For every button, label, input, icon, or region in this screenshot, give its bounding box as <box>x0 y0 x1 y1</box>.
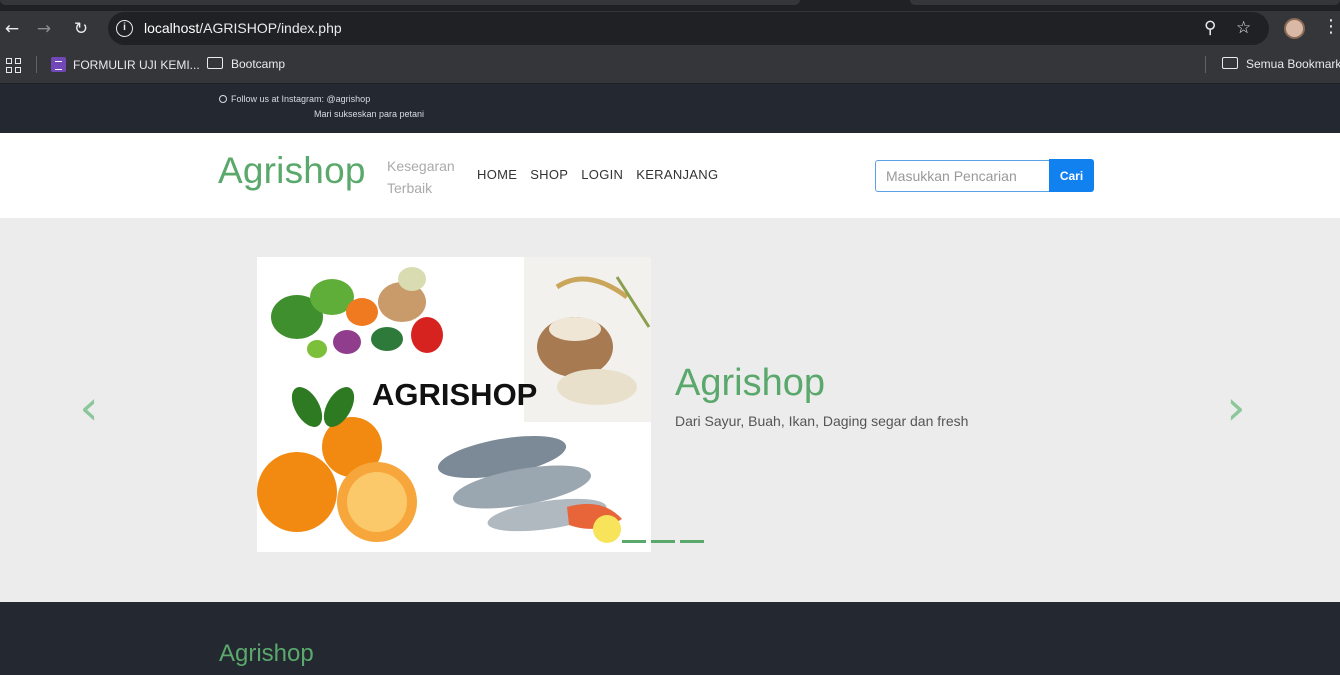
hero-title: Agrishop <box>675 362 825 404</box>
brand-tagline: Kesegaran Terbaik <box>387 155 455 199</box>
search-input[interactable] <box>875 160 1050 192</box>
bookmark-formulir[interactable]: FORMULIR UJI KEMI... <box>51 57 200 72</box>
brand-logo[interactable]: Agrishop <box>218 150 366 192</box>
url-text[interactable]: localhost/AGRISHOP/index.php <box>144 20 342 36</box>
fish-illustration <box>437 435 622 543</box>
url-path: /AGRISHOP/index.php <box>199 20 342 36</box>
profile-avatar[interactable] <box>1284 18 1305 39</box>
hero-image: AGRISHOP <box>257 257 651 552</box>
nav-home[interactable]: HOME <box>477 167 517 182</box>
hero-carousel: ‹ AGRISHOP Agrishop Dari Sayur, Buah, Ik… <box>0 218 1340 602</box>
carousel-indicator[interactable] <box>622 540 646 543</box>
chevron-left-icon[interactable]: ‹ <box>74 384 104 432</box>
apps-grid-icon[interactable] <box>6 58 21 73</box>
carousel-indicators <box>622 540 704 543</box>
bookmarks-separator <box>1205 56 1206 73</box>
all-bookmarks-label: Semua Bookmark <box>1246 57 1340 71</box>
hero-image-text: AGRISHOP <box>372 377 537 412</box>
browser-menu-icon[interactable]: ⋮ <box>1322 16 1340 38</box>
nav-keranjang[interactable]: KERANJANG <box>636 167 718 182</box>
zoom-icon[interactable]: ⚲ <box>1204 18 1216 38</box>
folder-icon <box>1222 57 1238 69</box>
forms-icon <box>51 57 66 72</box>
address-bar-row: ← → ↻ i localhost/AGRISHOP/index.php ⚲ ☆… <box>0 11 1340 46</box>
browser-tab[interactable] <box>0 0 800 5</box>
forward-icon[interactable]: → <box>32 17 56 41</box>
slogan: Mari sukseskan para petani <box>314 109 425 119</box>
url-host: localhost <box>144 20 200 36</box>
hero-description: Dari Sayur, Buah, Ikan, Daging segar dan… <box>675 413 969 429</box>
nav-shop[interactable]: SHOP <box>530 167 568 182</box>
instagram-follow[interactable]: Follow us at Instagram: @agrishop <box>219 94 370 104</box>
tagline-line1: Kesegaran <box>387 158 455 174</box>
site-topbar: Follow us at Instagram: @agrishop Mari s… <box>0 84 1340 133</box>
vegetables-illustration <box>271 267 443 358</box>
search-button[interactable]: Cari <box>1049 159 1094 192</box>
browser-tab[interactable] <box>910 0 1340 5</box>
chevron-right-icon[interactable]: › <box>1221 384 1251 432</box>
bookmark-label: Bootcamp <box>231 57 286 71</box>
folder-icon <box>207 57 223 69</box>
carousel-indicator[interactable] <box>680 540 704 543</box>
site-info-icon[interactable]: i <box>116 20 133 37</box>
all-bookmarks[interactable]: Semua Bookmark <box>1222 57 1340 71</box>
tagline-line2: Terbaik <box>387 180 433 196</box>
instagram-icon <box>219 95 227 103</box>
rice-illustration <box>524 257 651 422</box>
bookmarks-separator <box>36 56 37 73</box>
browser-tab-strip <box>0 0 1340 11</box>
instagram-text: Follow us at Instagram: @agrishop <box>231 94 371 104</box>
back-icon[interactable]: ← <box>0 17 24 41</box>
carousel-indicator[interactable] <box>651 540 675 543</box>
omnibox[interactable]: i localhost/AGRISHOP/index.php ⚲ ☆ <box>108 12 1269 45</box>
site-footer: Agrishop <box>0 602 1340 675</box>
main-nav: HOME SHOP LOGIN KERANJANG <box>477 167 718 182</box>
nav-login[interactable]: LOGIN <box>581 167 623 182</box>
bookmark-bootcamp[interactable]: Bootcamp <box>207 57 285 71</box>
bookmark-star-icon[interactable]: ☆ <box>1236 18 1251 38</box>
bookmark-label: FORMULIR UJI KEMI... <box>73 58 200 72</box>
site-header: Agrishop Kesegaran Terbaik HOME SHOP LOG… <box>0 133 1340 218</box>
reload-icon[interactable]: ↻ <box>69 17 93 41</box>
bookmarks-bar: FORMULIR UJI KEMI... Bootcamp Semua Book… <box>0 46 1340 84</box>
footer-brand: Agrishop <box>219 640 314 667</box>
